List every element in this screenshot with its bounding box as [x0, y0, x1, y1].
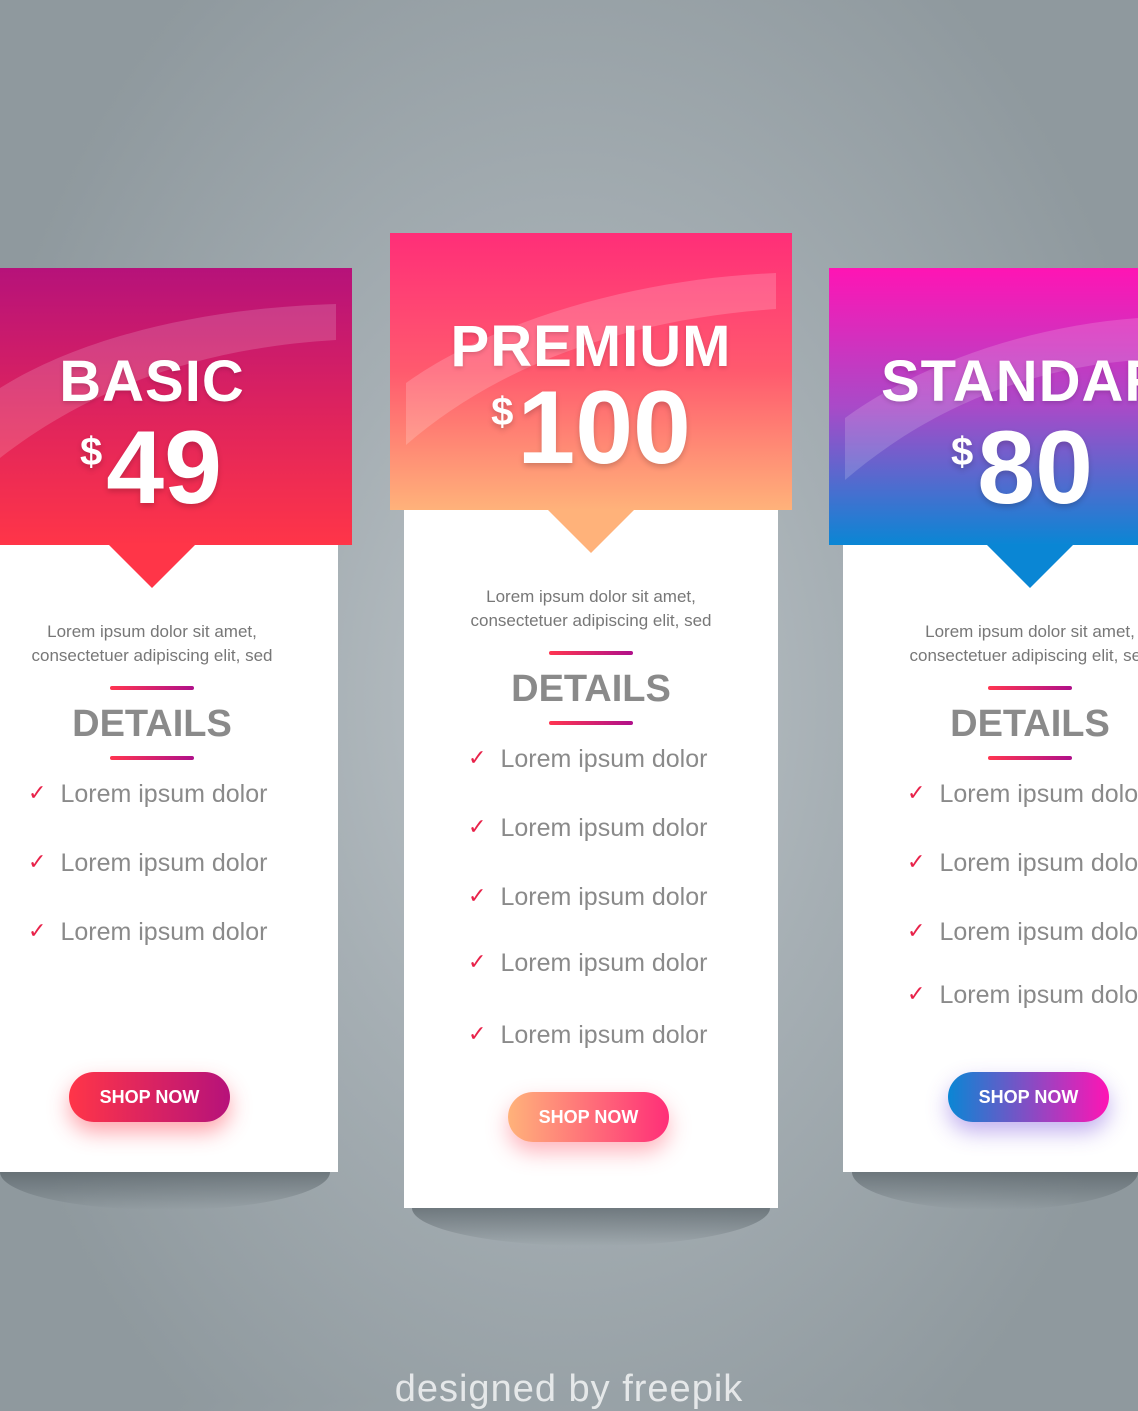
- shop-now-button[interactable]: SHOP NOW: [508, 1092, 669, 1142]
- details-rule-top: [549, 651, 633, 655]
- check-icon: ✓: [28, 780, 47, 805]
- check-icon: ✓: [907, 780, 926, 805]
- feature-item: ✓ Lorem ipsum dolor: [468, 883, 708, 911]
- shop-now-button[interactable]: SHOP NOW: [69, 1072, 230, 1122]
- feature-item: ✓ Lorem ipsum dolor: [468, 745, 708, 773]
- feature-item: ✓ Lorem ipsum dolor: [28, 780, 268, 808]
- check-icon: ✓: [468, 883, 487, 908]
- feature-item: ✓ Lorem ipsum dolor: [907, 849, 1138, 877]
- feature-item: ✓ Lorem ipsum dolor: [907, 918, 1138, 946]
- card-header: BASIC $49: [0, 268, 352, 545]
- feature-item: ✓ Lorem ipsum dolor: [28, 918, 268, 946]
- feature-item: ✓ Lorem ipsum dolor: [468, 949, 708, 977]
- check-icon: ✓: [907, 918, 926, 943]
- plan-price: $80: [951, 416, 1093, 520]
- card-header: STANDARD $80: [829, 268, 1138, 545]
- header-pointer: [108, 544, 196, 588]
- plan-price: $49: [0, 416, 352, 520]
- details-rule-top: [988, 686, 1072, 690]
- details-rule-bottom: [549, 721, 633, 725]
- details-rule-top: [110, 686, 194, 690]
- feature-item: ✓ Lorem ipsum dolor: [28, 849, 268, 877]
- plan-description: Lorem ipsum dolor sit amet, consectetuer…: [909, 622, 1138, 665]
- check-icon: ✓: [468, 745, 487, 770]
- price-amount: 49: [106, 410, 222, 526]
- price-currency: $: [80, 430, 103, 474]
- details-heading: DETAILS: [72, 703, 232, 745]
- check-icon: ✓: [468, 949, 487, 974]
- check-icon: ✓: [28, 849, 47, 874]
- card-shadow: [412, 1208, 770, 1246]
- card-shadow: [0, 1172, 330, 1210]
- plan-name: STANDARD: [881, 349, 1138, 414]
- check-icon: ✓: [468, 814, 487, 839]
- plan-name: BASIC: [59, 349, 245, 414]
- credit-text: designed by freepik: [394, 1368, 744, 1410]
- feature-item: ✓ Lorem ipsum dolor: [907, 780, 1138, 808]
- details-rule-bottom: [110, 756, 194, 760]
- header-pointer: [547, 509, 635, 553]
- details-heading: DETAILS: [511, 668, 671, 710]
- price-amount: 80: [977, 410, 1093, 526]
- check-icon: ✓: [468, 1021, 487, 1046]
- card-header: PREMIUM $100: [390, 233, 792, 510]
- price-amount: 100: [517, 370, 691, 486]
- details-heading: DETAILS: [950, 703, 1110, 745]
- check-icon: ✓: [28, 918, 47, 943]
- shop-now-button[interactable]: SHOP NOW: [948, 1072, 1109, 1122]
- feature-item: ✓ Lorem ipsum dolor: [468, 814, 708, 842]
- header-pointer: [986, 544, 1074, 588]
- card-shadow: [852, 1172, 1138, 1210]
- feature-item: ✓ Lorem ipsum dolor: [907, 981, 1138, 1009]
- details-rule-bottom: [988, 756, 1072, 760]
- check-icon: ✓: [907, 981, 926, 1006]
- check-icon: ✓: [907, 849, 926, 874]
- price-currency: $: [491, 390, 514, 434]
- price-currency: $: [951, 430, 974, 474]
- plan-description: Lorem ipsum dolor sit amet, consectetuer…: [470, 587, 712, 630]
- plan-price: $100: [390, 376, 792, 480]
- feature-item: ✓ Lorem ipsum dolor: [468, 1021, 708, 1049]
- plan-description: Lorem ipsum dolor sit amet, consectetuer…: [31, 622, 273, 665]
